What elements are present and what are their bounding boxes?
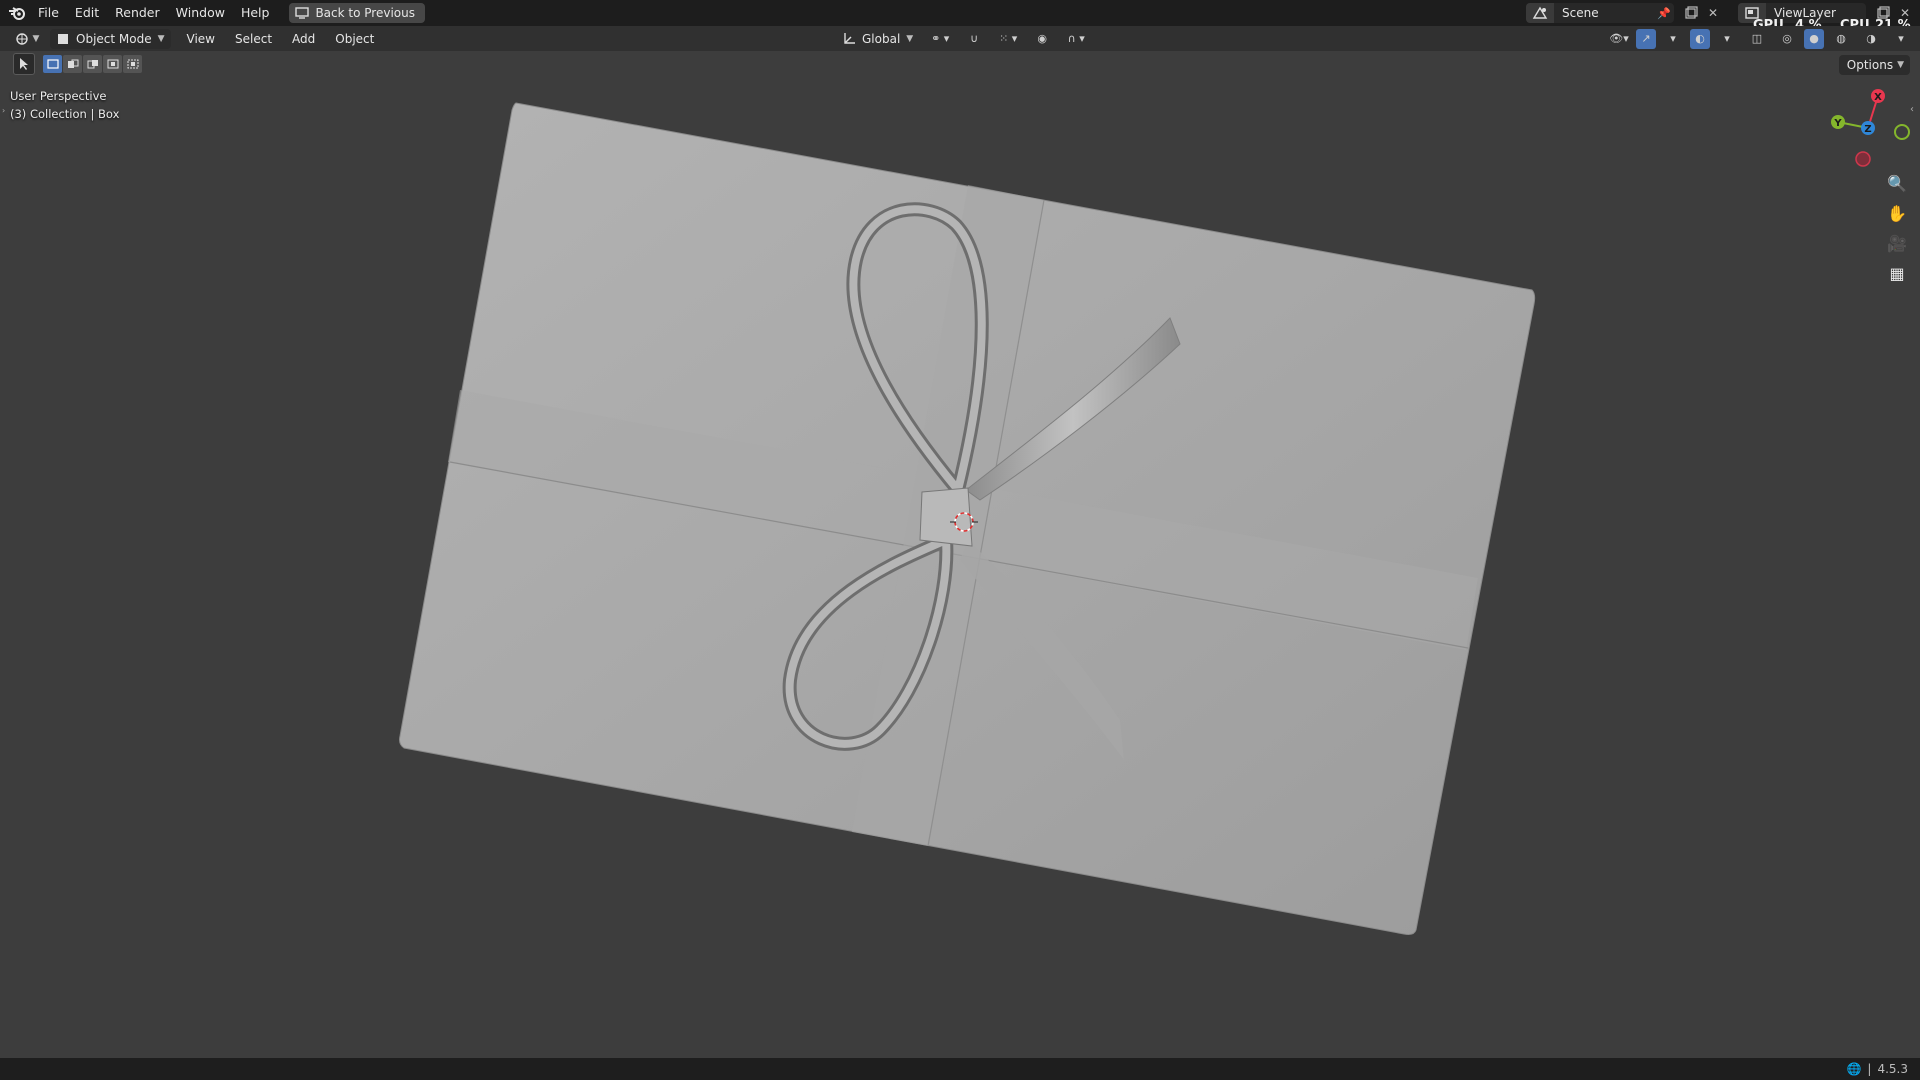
pin-icon[interactable]: 📌 xyxy=(1654,7,1674,20)
globe-icon: 🌐 xyxy=(1846,1062,1862,1076)
menu-edit[interactable]: Edit xyxy=(67,0,107,26)
camera-view-icon[interactable]: 🎥 xyxy=(1884,230,1910,256)
zoom-magnifier-icon[interactable]: 🔍 xyxy=(1884,170,1910,196)
chevron-down-icon: ▼ xyxy=(906,33,914,44)
back-to-previous-button[interactable]: Back to Previous xyxy=(289,3,425,23)
overlays-icon[interactable]: ◐ xyxy=(1690,28,1710,49)
ribbon-loop-upper xyxy=(846,202,989,506)
proportional-editing-icon[interactable]: ◉ xyxy=(1029,29,1055,49)
gizmo-toggle-icon[interactable]: ↗ xyxy=(1636,28,1656,49)
ribbon-band-horizontal xyxy=(448,390,1478,650)
select-invert-icon[interactable] xyxy=(103,55,122,73)
object-mode-label: Object Mode xyxy=(76,31,152,46)
gift-box xyxy=(399,102,1536,935)
pan-hand-icon[interactable]: ✋ xyxy=(1884,200,1910,226)
falloff-icon[interactable]: ∩ ▾ xyxy=(1063,29,1089,49)
axis-x-label: X xyxy=(1874,92,1882,103)
xray-toggle-icon[interactable]: ◫ xyxy=(1744,29,1770,49)
snap-icon[interactable]: ∪ xyxy=(961,29,987,49)
ortho-grid-icon[interactable]: ▦ xyxy=(1884,260,1910,286)
cursor-arrow-icon xyxy=(20,58,28,70)
scene-icon xyxy=(1526,3,1554,23)
ribbon-tail-upper xyxy=(965,317,1181,501)
pivot-point-icon[interactable]: ⚭ ▾ xyxy=(927,29,953,49)
rendered-shading-icon[interactable]: ◑ xyxy=(1858,29,1884,49)
select-subtract-icon[interactable] xyxy=(83,55,102,73)
viewport-editor-icon xyxy=(15,32,28,45)
ribbon-loop-lower xyxy=(782,529,954,751)
active-collection-label: (3) Collection | Box xyxy=(10,107,120,121)
editor-type-selector[interactable]: ▼ xyxy=(6,29,48,49)
material-preview-shading-icon[interactable]: ◍ xyxy=(1828,29,1854,49)
axis-x-negative xyxy=(1855,151,1871,167)
axis-y-negative xyxy=(1894,124,1910,140)
transform-tools: Global ▼ ⚭ ▾ ∪ ⁙ ▾ ◉ ∩ ▾ xyxy=(836,26,1089,51)
blender-logo-icon[interactable] xyxy=(4,0,30,26)
viewport-header: ▼ Object Mode ▼ View Select Add Object G… xyxy=(0,26,1920,51)
separator: | xyxy=(1867,1062,1872,1076)
screen-icon xyxy=(295,7,310,19)
orientation-label: Global xyxy=(862,31,901,46)
axis-z-label: Z xyxy=(1864,124,1871,135)
axis-y-label: Y xyxy=(1833,118,1842,129)
menu-file[interactable]: File xyxy=(30,0,67,26)
version-label: 4.5.3 xyxy=(1877,1062,1908,1076)
navigation-gizmo[interactable]: X Y Z xyxy=(1820,82,1916,178)
chevron-down-icon[interactable]: ▾ xyxy=(1660,29,1686,49)
snap-target-icon[interactable]: ⁙ ▾ xyxy=(995,29,1021,49)
selection-mode-group xyxy=(43,55,142,73)
back-to-previous-label: Back to Previous xyxy=(315,6,415,20)
viewport-scene xyxy=(399,102,1536,935)
menu-select[interactable]: Select xyxy=(225,32,282,46)
new-scene-icon[interactable] xyxy=(1680,3,1702,23)
options-dropdown[interactable]: Options ▼ xyxy=(1838,55,1910,75)
tool-settings-row xyxy=(0,51,1920,77)
select-tool-button[interactable] xyxy=(13,53,35,75)
visibility-eye-icon[interactable]: 👁▾ xyxy=(1606,29,1632,49)
viewport-display-tools: 👁▾ ↗ ▾ ◐ ▾ ◫ ◎ ● ◍ ◑ ▾ xyxy=(1606,26,1914,51)
select-intersect-icon[interactable] xyxy=(123,55,142,73)
view-perspective-label: User Perspective xyxy=(10,89,107,103)
menu-object[interactable]: Object xyxy=(325,32,384,46)
orientation-axes-icon xyxy=(844,32,855,44)
top-menu-bar: File Edit Render Window Help Back to Pre… xyxy=(0,0,1920,33)
viewport-info-overlay: User Perspective (3) Collection | Box xyxy=(10,87,119,123)
chevron-down-icon[interactable]: ▾ xyxy=(1714,29,1740,49)
scene-name: Scene xyxy=(1562,6,1599,20)
options-label: Options xyxy=(1846,58,1894,72)
menu-help[interactable]: Help xyxy=(233,0,278,26)
scene-selector[interactable]: Scene 📌 xyxy=(1526,3,1674,23)
chevron-down-icon: ▼ xyxy=(32,33,40,44)
ribbon-knot xyxy=(919,487,973,547)
select-new-icon[interactable] xyxy=(43,55,62,73)
solid-shading-icon[interactable]: ● xyxy=(1804,28,1824,49)
object-mode-icon xyxy=(58,33,68,44)
viewport-expand-arrow-icon[interactable]: › xyxy=(2,106,5,115)
select-extend-icon[interactable] xyxy=(63,55,82,73)
object-mode-selector[interactable]: Object Mode ▼ xyxy=(50,28,171,49)
chevron-down-icon: ▼ xyxy=(1897,60,1904,70)
menu-window[interactable]: Window xyxy=(168,0,233,26)
ribbon-band-vertical xyxy=(852,185,1044,846)
menu-add[interactable]: Add xyxy=(282,32,325,46)
chevron-down-icon[interactable]: ▾ xyxy=(1888,29,1914,49)
wireframe-shading-icon[interactable]: ◎ xyxy=(1774,29,1800,49)
chevron-down-icon: ▼ xyxy=(157,33,165,44)
delete-scene-icon[interactable]: ✕ xyxy=(1702,3,1724,23)
3d-cursor xyxy=(954,512,974,532)
menu-render[interactable]: Render xyxy=(107,0,168,26)
status-bar: 🌐 | 4.5.3 xyxy=(0,1058,1920,1080)
transform-orientation-selector[interactable]: Global ▼ xyxy=(836,29,919,49)
menu-view[interactable]: View xyxy=(177,32,225,46)
ribbon-tail-lower xyxy=(960,540,1124,760)
